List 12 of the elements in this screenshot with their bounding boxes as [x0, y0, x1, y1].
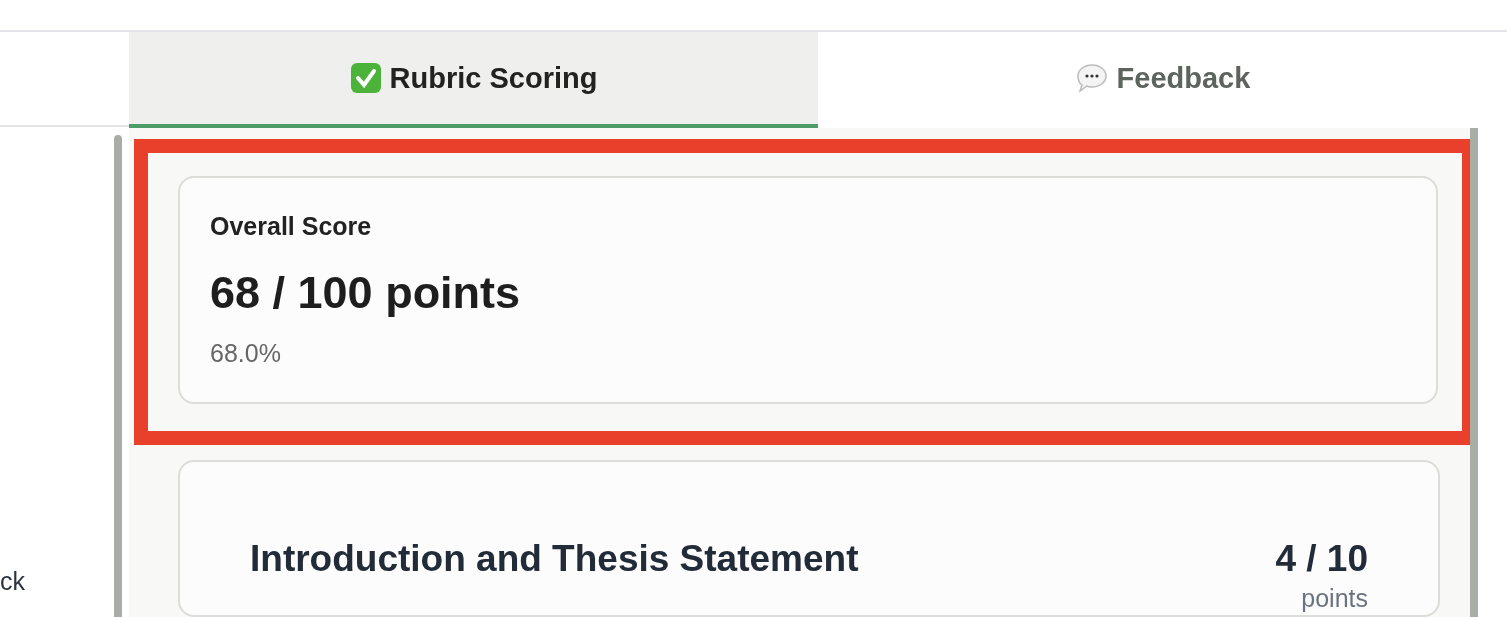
score-percent: 68.0% [210, 339, 282, 368]
scrollbar[interactable] [114, 135, 122, 617]
criterion-title: Introduction and Thesis Statement [250, 538, 859, 581]
checkmark-icon [349, 62, 382, 94]
sidebar-text: ck [0, 567, 25, 596]
tab[interactable]: Rubric Scoring [129, 32, 818, 128]
criterion-score: 4 / 10 [1275, 538, 1368, 580]
score-value: 68 / 100 points [210, 267, 522, 319]
score-label: Overall Score [210, 212, 373, 241]
scrollbar[interactable] [1470, 128, 1478, 617]
speech-bubble-icon [1074, 62, 1109, 94]
criterion-unit: points [1301, 584, 1368, 613]
